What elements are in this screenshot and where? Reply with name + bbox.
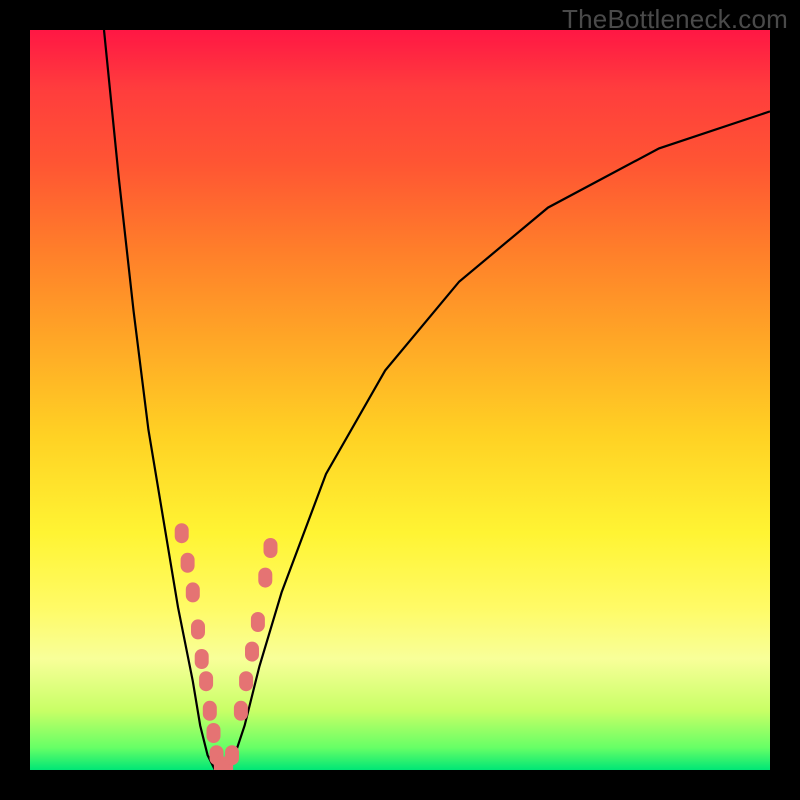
marker-group	[175, 523, 278, 770]
data-marker	[181, 553, 195, 573]
data-marker	[191, 619, 205, 639]
data-marker	[234, 701, 248, 721]
data-marker	[186, 582, 200, 602]
data-marker	[264, 538, 278, 558]
data-marker	[207, 723, 221, 743]
chart-root: TheBottleneck.com	[0, 0, 800, 800]
data-marker	[203, 701, 217, 721]
data-marker	[239, 671, 253, 691]
plot-area	[30, 30, 770, 770]
data-marker	[225, 745, 239, 765]
data-marker	[251, 612, 265, 632]
data-marker	[175, 523, 189, 543]
data-marker	[258, 568, 272, 588]
data-marker	[245, 642, 259, 662]
data-marker	[199, 671, 213, 691]
data-marker	[195, 649, 209, 669]
watermark-text: TheBottleneck.com	[562, 4, 788, 35]
chart-svg	[30, 30, 770, 770]
right-curve-line	[230, 111, 770, 770]
